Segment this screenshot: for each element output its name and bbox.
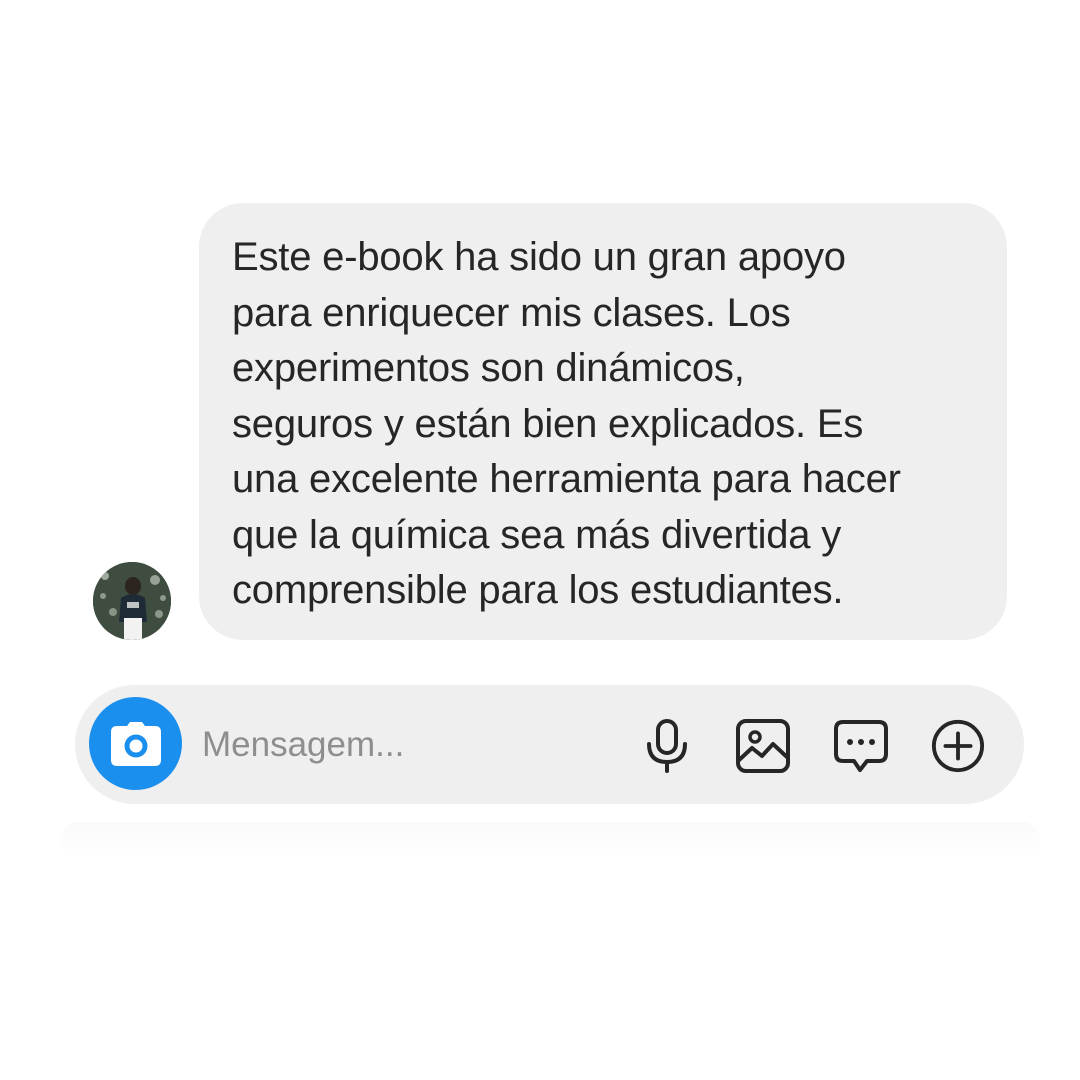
message-composer: [75, 685, 1024, 804]
image-icon: [736, 719, 790, 773]
sticker-button[interactable]: [833, 718, 889, 774]
message-text-line: experimentos son dinámicos,: [232, 346, 745, 390]
avatar-photo: [93, 562, 171, 640]
camera-icon: [110, 721, 161, 766]
message-thread: Este e-book ha sido un gran apoyo para e…: [0, 0, 1080, 1080]
message-text-line: para enriquecer mis clases. Los: [232, 290, 791, 335]
voice-message-button[interactable]: [639, 718, 695, 774]
received-message-bubble[interactable]: Este e-book ha sido un gran apoyo para e…: [199, 203, 1007, 640]
composer-shadow: [60, 822, 1040, 858]
message-text-line: comprensible para los estudiantes.: [232, 568, 844, 612]
chat-bubble-icon: [834, 720, 888, 772]
message-input[interactable]: [202, 721, 622, 769]
plus-circle-icon: [931, 719, 985, 773]
microphone-icon: [647, 719, 687, 773]
gallery-button[interactable]: [735, 718, 791, 774]
more-options-button[interactable]: [930, 718, 986, 774]
message-text-line: una excelente herramienta para hacer: [232, 457, 901, 501]
message-text-line: que la química sea más divertida y: [232, 512, 842, 557]
sender-avatar[interactable]: [93, 562, 171, 640]
camera-button[interactable]: [89, 697, 182, 790]
message-text-line: Este e-book ha sido un gran apoyo: [232, 235, 846, 279]
message-text-line: seguros y están bien explicados. Es: [232, 401, 864, 446]
chat-screen: Este e-book ha sido un gran apoyo para e…: [0, 0, 1080, 1080]
